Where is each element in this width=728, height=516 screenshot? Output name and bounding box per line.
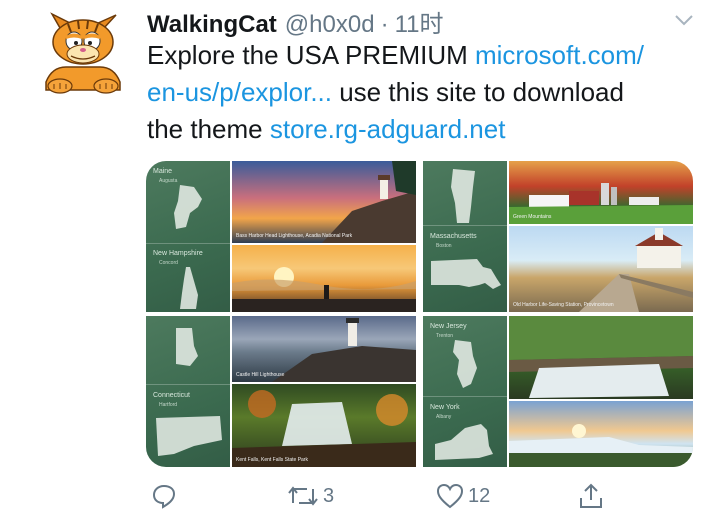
like-icon <box>436 483 464 509</box>
state-label: Massachusetts <box>430 233 477 240</box>
share-icon <box>580 483 602 508</box>
state-label: New York <box>430 404 460 411</box>
retweet-button[interactable]: 3 <box>287 482 334 510</box>
tweet-text-segment: Explore the USA PREMIUM <box>147 40 475 70</box>
lighthouse-sunset-photo: Bass Harbor Head Lighthouse, Acadia Nati… <box>232 161 416 243</box>
tweet-actions: 3 12 <box>0 478 728 516</box>
boardwalk-lifesaving-photo: Old Harbor Life-Saving Station, Province… <box>509 226 693 312</box>
state-label: New Hampshire <box>153 250 203 257</box>
kent-falls-photo: Kent Falls, Kent Falls State Park <box>232 384 416 467</box>
new-jersey-outline-icon <box>453 340 477 388</box>
castle-hill-photo: Castle Hill Lighthouse <box>232 316 416 382</box>
chalkboard-map: Massachusetts Boston <box>423 161 507 312</box>
avatar[interactable] <box>38 12 128 102</box>
microsoft-link[interactable]: microsoft.com/ <box>475 40 644 70</box>
microsoft-link-cont[interactable]: en-us/p/explor... <box>147 77 332 107</box>
maine-outline-icon <box>174 185 202 229</box>
reply-button[interactable] <box>151 482 181 510</box>
media-image-2[interactable]: Massachusetts Boston Green Mountains Old… <box>423 161 693 312</box>
chalkboard-map: Connecticut Hartford <box>146 316 230 467</box>
rhode-island-outline-icon <box>176 328 198 366</box>
like-count: 12 <box>468 484 491 507</box>
chalkboard-map: Maine Augusta New Hampshire Concord <box>146 161 230 312</box>
tweet-timestamp[interactable]: 11时 <box>395 4 444 39</box>
share-button[interactable] <box>578 482 604 510</box>
separator-dot: · <box>380 11 389 38</box>
retweet-icon <box>288 486 318 506</box>
photo-caption: Bass Harbor Head Lighthouse, Acadia Nati… <box>236 233 353 239</box>
state-label: Connecticut <box>153 392 190 399</box>
like-button[interactable]: 12 <box>436 482 490 510</box>
vermont-outline-icon <box>451 169 475 223</box>
photo-caption: Old Harbor Life-Saving Station, Province… <box>513 302 614 308</box>
reply-icon <box>152 484 176 509</box>
display-name[interactable]: WalkingCat <box>147 11 277 39</box>
tweet-text-segment: the theme <box>147 114 270 144</box>
sunrise-lighthouse-photo <box>232 245 416 312</box>
farm-autumn-photo: Green Mountains <box>509 161 693 224</box>
tweet-header: WalkingCat @h0x0d · 11时 <box>147 4 443 38</box>
new-hampshire-outline-icon <box>180 267 198 309</box>
media-image-1[interactable]: Maine Augusta New Hampshire Concord Bass… <box>146 161 416 312</box>
waterfall-forest-photo <box>509 316 693 399</box>
media-image-4[interactable]: New Jersey Trenton New York Albany <box>423 316 693 467</box>
photo-caption: Castle Hill Lighthouse <box>236 372 285 378</box>
tweet-text-segment: use this site to download <box>332 77 624 107</box>
photo-caption: Green Mountains <box>513 214 552 220</box>
capital-label: Hartford <box>159 402 178 408</box>
user-handle[interactable]: @h0x0d <box>285 11 375 39</box>
retweet-count: 3 <box>323 484 335 507</box>
chevron-down-icon[interactable] <box>672 10 696 30</box>
chalkboard-map: New Jersey Trenton New York Albany <box>423 316 507 467</box>
niagara-falls-photo <box>509 401 693 467</box>
garfield-avatar-icon <box>45 12 121 94</box>
new-york-outline-icon <box>435 424 493 460</box>
state-label: New Jersey <box>430 323 467 330</box>
media-grid: Maine Augusta New Hampshire Concord Bass… <box>146 161 693 467</box>
photo-caption: Kent Falls, Kent Falls State Park <box>236 457 308 463</box>
capital-label: Boston <box>436 243 452 249</box>
tweet-text: Explore the USA PREMIUM microsoft.com/ e… <box>147 37 717 148</box>
media-image-3[interactable]: Connecticut Hartford Castle Hill Lightho… <box>146 316 416 467</box>
state-label: Maine <box>153 168 173 175</box>
connecticut-outline-icon <box>156 416 222 456</box>
adguard-link[interactable]: store.rg-adguard.net <box>270 114 506 144</box>
massachusetts-outline-icon <box>431 259 501 289</box>
